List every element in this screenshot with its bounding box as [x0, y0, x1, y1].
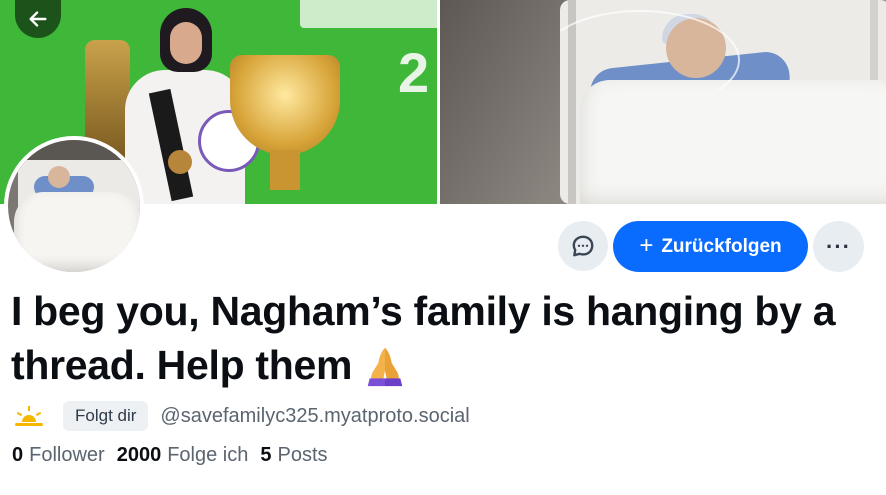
plus-icon: + — [639, 231, 654, 259]
banner-numeral: 2 — [398, 41, 430, 104]
followers-count: 0 — [12, 444, 24, 466]
ellipsis-icon: ··· — [826, 233, 851, 259]
avatar[interactable] — [4, 136, 144, 276]
following-count: 2000 — [116, 444, 162, 466]
banner-image-hospital — [440, 0, 886, 204]
profile-handle[interactable]: @savefamilyc325.myatproto.social — [160, 405, 469, 428]
follows-you-badge: Folgt dir — [63, 401, 149, 431]
following-label: Folge ich — [167, 444, 249, 466]
more-options-button[interactable]: ··· — [813, 221, 864, 272]
chat-bubble-icon — [572, 235, 594, 257]
follow-back-button[interactable]: + Zurückfolgen — [613, 221, 808, 272]
followers-label: Follower — [29, 444, 105, 466]
profile-stats: 0 Follower 2000 Folge ich 5 Posts — [12, 444, 340, 467]
followers-stat[interactable]: 0 Follower — [12, 444, 105, 467]
sunrise-icon — [15, 406, 43, 426]
profile-meta-row: Folgt dir @savefamilyc325.myatproto.soci… — [13, 400, 470, 432]
folded-hands-icon — [367, 347, 403, 387]
posts-label: Posts — [277, 444, 328, 466]
display-name: I beg you, Nagham’s family is hanging by… — [11, 284, 871, 392]
display-name-text: I beg you, Nagham’s family is hanging by… — [11, 288, 836, 388]
profile-page: 2 + Zurückfolgen ··· I beg you, Nagham’s… — [0, 0, 886, 495]
posts-count: 5 — [260, 444, 272, 466]
message-button[interactable] — [558, 221, 608, 271]
following-stat[interactable]: 2000 Folge ich — [117, 444, 249, 467]
follow-back-label: Zurückfolgen — [661, 235, 782, 257]
posts-stat: 5 Posts — [260, 444, 327, 467]
arrow-left-icon — [29, 11, 47, 27]
